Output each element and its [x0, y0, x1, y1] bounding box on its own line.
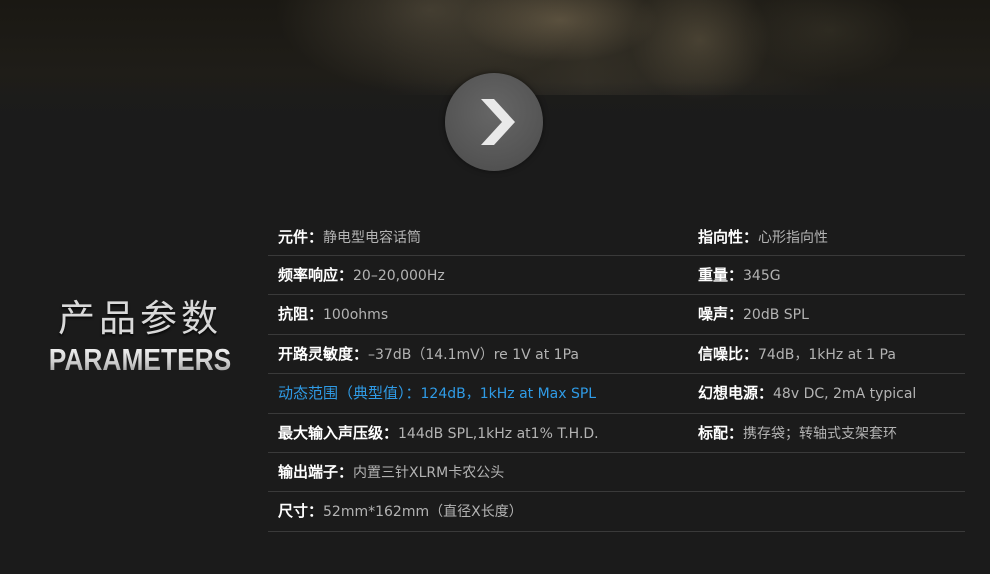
section-title-en: PARAMETERS	[47, 342, 234, 378]
next-button[interactable]	[445, 73, 543, 171]
spec-item-phantom-power: 幻想电源：48v DC, 2mA typical	[698, 383, 916, 404]
spec-label: 抗阻：	[278, 305, 324, 324]
spec-item-sensitivity: 开路灵敏度：–37dB（14.1mV）re 1V at 1Pa	[278, 344, 579, 365]
spec-item-dimensions: 尺寸：52mm*162mm（直径X长度）	[278, 501, 523, 522]
spec-value: 100ohms	[323, 307, 389, 324]
spec-label: 幻想电源：	[698, 384, 774, 403]
spec-item-noise: 噪声：20dB SPL	[698, 304, 809, 325]
spec-label: 最大输入声压级：	[278, 423, 399, 442]
spec-row: 动态范围（典型值）：124dB，1kHz at Max SPL 幻想电源：48v…	[268, 374, 965, 414]
spec-value: 携存袋；转轴式支架套环	[743, 425, 898, 442]
spec-value: 48v DC, 2mA typical	[773, 386, 917, 403]
spec-value: 静电型电容话筒	[323, 230, 422, 246]
spec-value: –37dB（14.1mV）re 1V at 1Pa	[368, 346, 579, 363]
spec-item-accessories: 标配：携存袋；转轴式支架套环	[698, 423, 897, 444]
spec-row: 尺寸：52mm*162mm（直径X长度）	[268, 492, 965, 532]
spec-label: 输出端子：	[278, 462, 354, 481]
spec-item-output-connector: 输出端子：内置三针XLRM卡农公头	[278, 462, 504, 483]
spec-value: 20dB SPL	[743, 307, 809, 324]
spec-row: 输出端子：内置三针XLRM卡农公头	[268, 453, 965, 493]
spec-item-snr: 信噪比：74dB，1kHz at 1 Pa	[698, 344, 896, 365]
spec-label: 标配：	[698, 423, 744, 442]
spec-row: 最大输入声压级：144dB SPL,1kHz at1% T.H.D. 标配：携存…	[268, 414, 965, 453]
spec-label: 尺寸：	[278, 502, 324, 521]
spec-value: 20–20,000Hz	[353, 268, 445, 284]
spec-item-weight: 重量：345G	[698, 265, 781, 286]
spec-row: 开路灵敏度：–37dB（14.1mV）re 1V at 1Pa 信噪比：74dB…	[268, 335, 965, 375]
spec-value: 心形指向性	[758, 230, 829, 246]
spec-label: 噪声：	[698, 305, 744, 324]
spec-item-frequency-response: 频率响应：20–20,000Hz	[278, 265, 445, 286]
spec-value: 345G	[743, 268, 781, 284]
section-title-cn: 产品参数	[58, 297, 222, 340]
spec-row: 频率响应：20–20,000Hz 重量：345G	[268, 256, 965, 296]
spec-label: 频率响应：	[278, 266, 354, 284]
spec-value: 52mm*162mm（直径X长度）	[323, 504, 523, 521]
spec-item-element: 元件：静电型电容话筒	[278, 227, 421, 248]
spec-table: 元件：静电型电容话筒 指向性：心形指向性 频率响应：20–20,000Hz 重量…	[268, 218, 965, 532]
spec-item-dynamic-range: 动态范围（典型值）：124dB，1kHz at Max SPL	[278, 383, 596, 404]
spec-label: 元件：	[278, 228, 324, 246]
spec-row: 元件：静电型电容话筒 指向性：心形指向性	[268, 218, 965, 256]
spec-row: 抗阻：100ohms 噪声：20dB SPL	[268, 295, 965, 335]
spec-item-impedance: 抗阻：100ohms	[278, 304, 388, 325]
chevron-right-icon	[481, 99, 515, 145]
spec-value: 144dB SPL,1kHz at1% T.H.D.	[398, 425, 599, 442]
spec-label: 信噪比：	[698, 344, 759, 363]
spec-label: 重量：	[698, 266, 744, 284]
section-title: 产品参数 PARAMETERS	[30, 296, 250, 378]
spec-label: 开路灵敏度：	[278, 344, 369, 363]
spec-label: 指向性：	[698, 228, 759, 246]
spec-label: 动态范围（典型值）：	[278, 384, 421, 403]
spec-value: 74dB，1kHz at 1 Pa	[758, 346, 896, 363]
spec-value: 内置三针XLRM卡农公头	[353, 464, 505, 481]
spec-item-polar-pattern: 指向性：心形指向性	[698, 227, 828, 248]
spec-item-max-spl: 最大输入声压级：144dB SPL,1kHz at1% T.H.D.	[278, 423, 599, 444]
spec-value: 124dB，1kHz at Max SPL	[420, 386, 597, 403]
